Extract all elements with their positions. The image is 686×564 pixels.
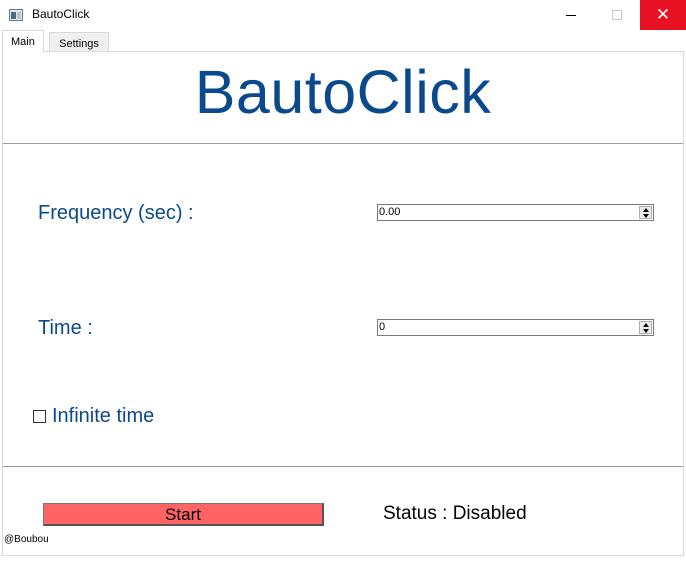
- time-label: Time :: [38, 317, 93, 339]
- infinite-time-label[interactable]: Infinite time: [52, 405, 154, 428]
- time-spinbox[interactable]: 0: [377, 319, 654, 336]
- window-title: BautoClick: [32, 7, 90, 21]
- tab-bar: Main Settings: [0, 30, 686, 52]
- status-text: Status : Disabled: [383, 503, 527, 524]
- frequency-spin-arrows[interactable]: [639, 206, 652, 219]
- frequency-label: Frequency (sec) :: [38, 202, 194, 224]
- maximize-button[interactable]: [594, 0, 640, 30]
- frequency-value[interactable]: 0.00: [379, 206, 400, 218]
- minimize-icon: [566, 14, 576, 16]
- divider-top: [3, 143, 683, 144]
- credit-label: @Boubou: [4, 534, 49, 545]
- time-spin-arrows[interactable]: [639, 321, 652, 334]
- time-value[interactable]: 0: [379, 321, 385, 333]
- close-button[interactable]: ✕: [640, 0, 686, 30]
- spin-down-icon[interactable]: [643, 214, 649, 218]
- spin-down-icon[interactable]: [643, 329, 649, 333]
- frequency-spinbox[interactable]: 0.00: [377, 204, 654, 221]
- divider-bottom: [3, 466, 683, 467]
- title-bar: BautoClick ✕: [0, 0, 686, 30]
- spin-up-icon[interactable]: [643, 323, 649, 327]
- app-heading: BautoClick: [194, 58, 492, 126]
- spin-up-icon[interactable]: [643, 208, 649, 212]
- tab-main[interactable]: Main: [2, 30, 44, 52]
- tab-settings[interactable]: Settings: [49, 32, 109, 52]
- start-button[interactable]: Start: [43, 503, 324, 526]
- maximize-icon: [612, 10, 622, 20]
- minimize-button[interactable]: [548, 0, 594, 30]
- infinite-time-checkbox[interactable]: [33, 410, 46, 423]
- app-icon: [9, 9, 23, 21]
- close-icon: ✕: [655, 4, 671, 25]
